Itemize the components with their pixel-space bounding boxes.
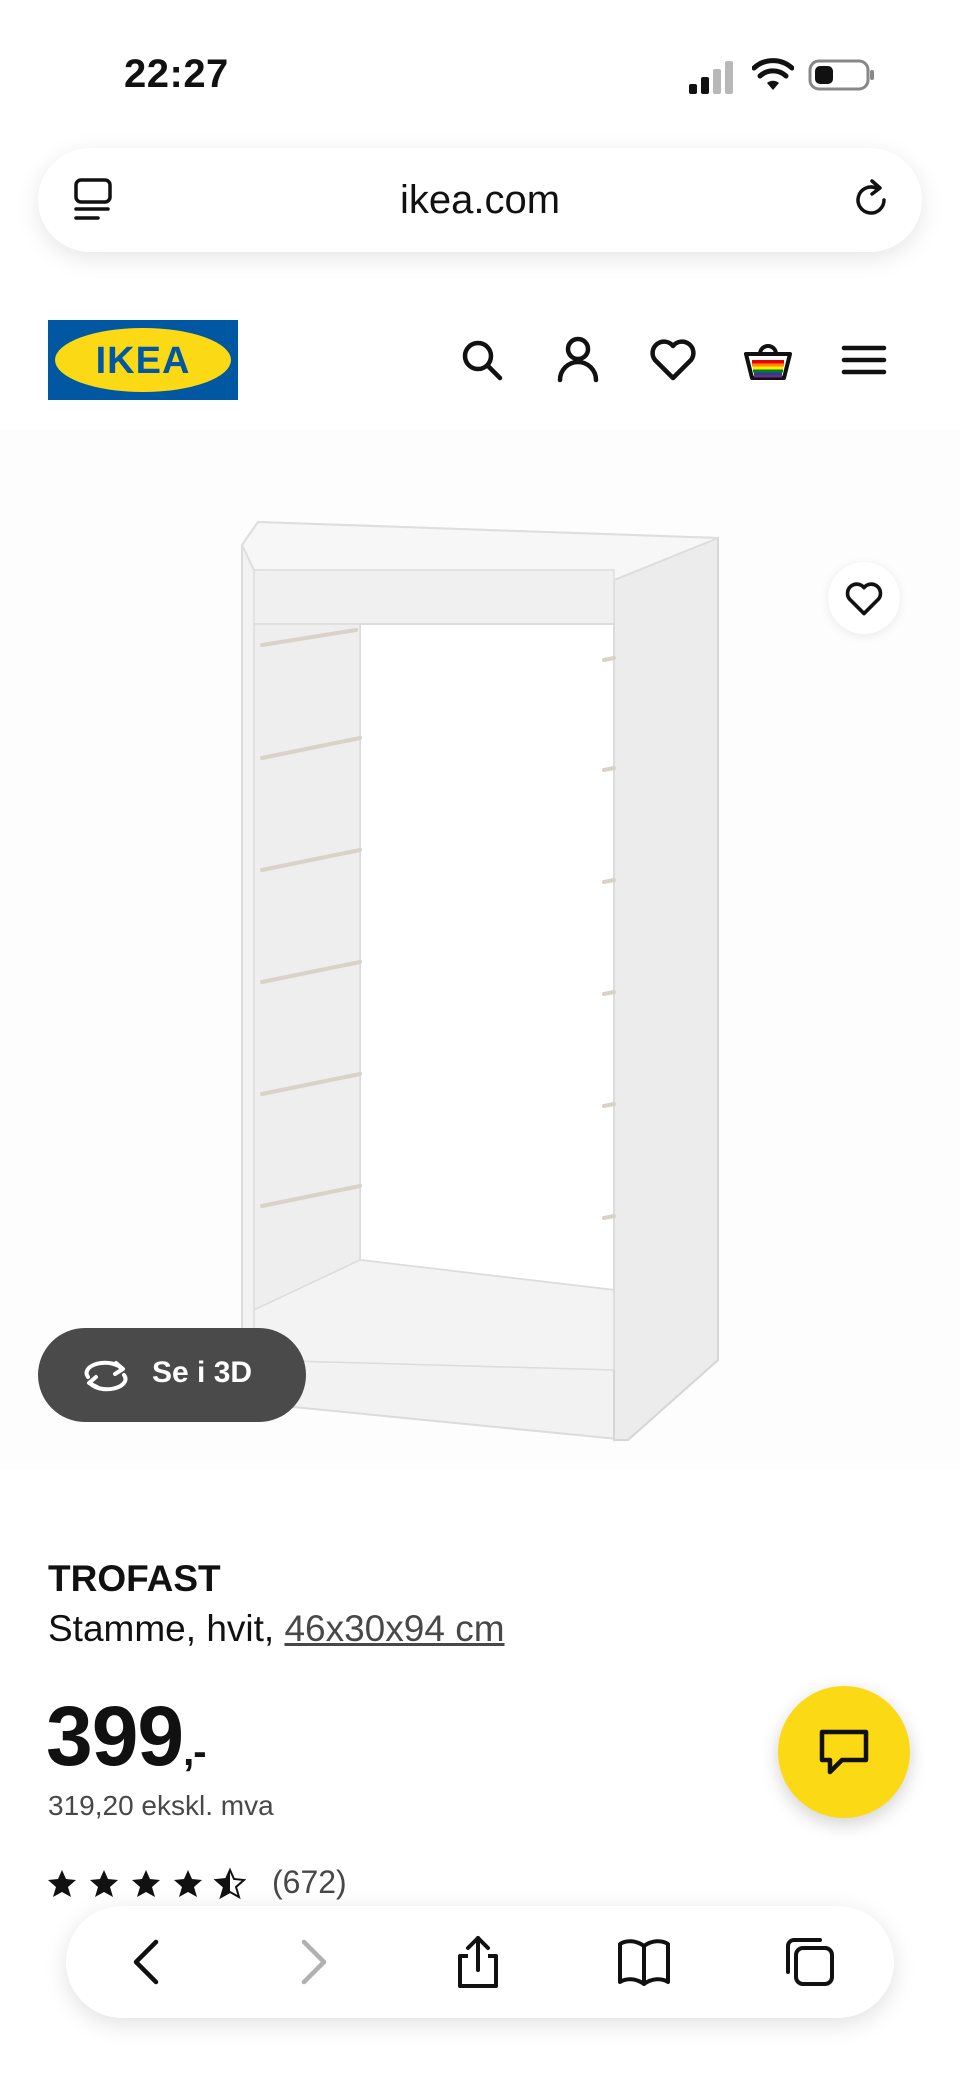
chat-bubble-icon xyxy=(819,1729,869,1775)
ikea-logo[interactable]: IKEA xyxy=(48,320,238,400)
rating-stars[interactable] xyxy=(46,1864,246,1904)
product-type: Stamme, hvit, xyxy=(48,1608,285,1649)
product-dimensions-link[interactable]: 46x30x94 cm xyxy=(284,1608,504,1649)
svg-text:IKEA: IKEA xyxy=(96,340,191,382)
price-suffix: ,- xyxy=(183,1730,206,1774)
wifi-icon xyxy=(752,58,794,90)
product-name: TROFAST xyxy=(48,1558,221,1599)
account-icon[interactable] xyxy=(552,334,604,386)
favourite-button[interactable] xyxy=(828,562,900,634)
browser-toolbar xyxy=(66,1906,894,2018)
url-text[interactable]: ikea.com xyxy=(38,178,922,223)
cellular-signal-icon xyxy=(689,61,733,94)
tabs-icon[interactable] xyxy=(782,1934,838,1990)
back-icon[interactable] xyxy=(120,1934,176,1990)
status-time: 22:27 xyxy=(124,52,229,96)
price-ex-vat: 319,20 ekskl. mva xyxy=(48,1790,274,1821)
menu-icon[interactable] xyxy=(838,334,890,386)
star-icon xyxy=(90,1870,118,1897)
product-image[interactable] xyxy=(0,430,960,1470)
view-3d-button[interactable]: Se i 3D xyxy=(38,1328,306,1422)
review-count[interactable]: (672) xyxy=(272,1864,347,1901)
price-main: 399 xyxy=(46,1689,184,1783)
star-icon xyxy=(174,1870,202,1897)
star-icon xyxy=(132,1870,160,1897)
reload-icon[interactable] xyxy=(850,176,894,224)
share-icon[interactable] xyxy=(450,1934,506,1990)
shopping-bag-icon[interactable] xyxy=(742,334,794,386)
half-star-icon xyxy=(215,1869,245,1898)
forward-icon[interactable] xyxy=(284,1934,340,1990)
address-bar[interactable]: ikea.com xyxy=(38,148,922,252)
rotate-3d-icon xyxy=(84,1360,128,1392)
heart-icon[interactable] xyxy=(647,334,699,386)
price: 399,- xyxy=(46,1688,207,1785)
bookmarks-icon[interactable] xyxy=(616,1934,672,1990)
battery-icon xyxy=(808,59,874,91)
search-icon[interactable] xyxy=(456,334,508,386)
heart-icon xyxy=(845,582,883,616)
chat-button[interactable] xyxy=(778,1686,910,1818)
product-description: Stamme, hvit, 46x30x94 cm xyxy=(48,1608,505,1650)
view-3d-label: Se i 3D xyxy=(152,1356,253,1389)
star-icon xyxy=(48,1870,76,1897)
